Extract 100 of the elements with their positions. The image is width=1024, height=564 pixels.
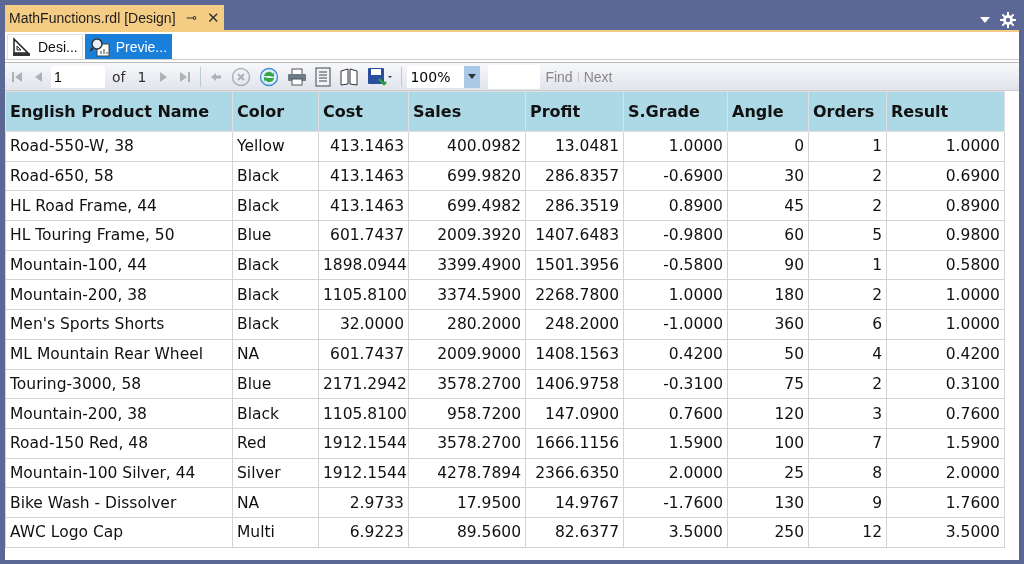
table-cell: Black: [232, 250, 319, 280]
table-cell: 1.0000: [886, 131, 1005, 162]
view-tab[interactable]: Desi...: [7, 34, 83, 59]
total-pages: 1: [137, 68, 147, 85]
table-cell: 0.7600: [623, 398, 728, 429]
table-cell: 75: [727, 369, 809, 399]
table-cell: 13.0481: [525, 131, 624, 162]
table-cell: 1407.6483: [525, 220, 624, 251]
table-cell: 413.1463: [318, 131, 409, 162]
of-label: of: [112, 68, 126, 85]
table-cell: Blue: [232, 220, 319, 251]
column-header: Sales: [408, 91, 526, 132]
table-cell: 250: [727, 517, 809, 548]
table-cell: Mountain-200, 38: [5, 398, 233, 429]
document-tab[interactable]: MathFunctions.rdl [Design] ⊸ ✕: [5, 5, 224, 30]
table-cell: Blue: [232, 369, 319, 399]
table-cell: 14.9767: [525, 487, 624, 518]
table-cell: 2: [808, 369, 887, 399]
table-cell: Road-550-W, 38: [5, 131, 233, 162]
table-cell: 1: [808, 250, 887, 280]
table-cell: Black: [232, 161, 319, 191]
refresh-icon: [259, 66, 280, 87]
table-cell: 1501.3956: [525, 250, 624, 280]
table-cell: 601.7437: [318, 220, 409, 251]
table-cell: HL Touring Frame, 50: [5, 220, 233, 251]
table-cell: 100: [727, 428, 809, 459]
table-cell: Touring-3000, 58: [5, 369, 233, 399]
table-cell: 30: [727, 161, 809, 191]
table-cell: 2: [808, 190, 887, 221]
table-cell: 413.1463: [318, 161, 409, 191]
table-cell: 400.0982: [408, 131, 526, 162]
table-cell: 699.4982: [408, 190, 526, 221]
table-cell: 1.0000: [623, 279, 728, 310]
table-cell: 1666.1156: [525, 428, 624, 459]
table-cell: 3.5000: [886, 517, 1005, 548]
first-page-icon: [10, 69, 24, 84]
table-cell: 82.6377: [525, 517, 624, 548]
floppy-disk-icon: [367, 66, 394, 87]
column-header: Result: [886, 91, 1005, 132]
circled-x-icon: [231, 66, 252, 87]
table-cell: Mountain-100 Silver, 44: [5, 458, 233, 488]
view-tab[interactable]: Previe...: [84, 34, 173, 59]
table-cell: 286.3519: [525, 190, 624, 221]
table-cell: -0.3100: [623, 369, 728, 399]
table-cell: 2.0000: [623, 458, 728, 488]
table-cell: Mountain-200, 38: [5, 279, 233, 310]
table-cell: 4278.7894: [408, 458, 526, 488]
table-cell: 6: [808, 309, 887, 340]
table-cell: 8: [808, 458, 887, 488]
table-cell: 6.9223: [318, 517, 409, 548]
table-cell: 0.6900: [886, 161, 1005, 191]
table-cell: Road-650, 58: [5, 161, 233, 191]
table-cell: 0.8900: [623, 190, 728, 221]
table-cell: 1.0000: [886, 309, 1005, 340]
table-cell: Black: [232, 279, 319, 310]
dropdown-icon[interactable]: [980, 17, 990, 23]
pin-button[interactable]: ⊸: [185, 10, 197, 25]
table-cell: NA: [232, 339, 319, 369]
find-field[interactable]: [488, 64, 541, 89]
table-cell: Black: [232, 309, 319, 340]
table-cell: 0: [727, 131, 809, 162]
table-cell: 2.0000: [886, 458, 1005, 488]
table-cell: -1.7600: [623, 487, 728, 518]
table-cell: 1.0000: [886, 279, 1005, 310]
table-cell: 601.7437: [318, 339, 409, 369]
zoom-dropdown[interactable]: 100%: [407, 65, 481, 88]
column-header: Angle: [727, 91, 809, 132]
table-cell: 2171.2942: [318, 369, 409, 399]
table-cell: Silver: [232, 458, 319, 488]
table-cell: -0.6900: [623, 161, 728, 191]
table-cell: 17.9500: [408, 487, 526, 518]
table-cell: Bike Wash - Dissolver: [5, 487, 233, 518]
table-cell: 3399.4900: [408, 250, 526, 280]
last-page-icon: [178, 69, 193, 84]
table-cell: 413.1463: [318, 190, 409, 221]
table-cell: 1105.8100: [318, 398, 409, 429]
close-button[interactable]: ✕: [206, 8, 220, 27]
magnifier-report-icon: [89, 37, 110, 57]
table-cell: 1105.8100: [318, 279, 409, 310]
table-cell: 0.7600: [886, 398, 1005, 429]
table-cell: 0.4200: [623, 339, 728, 369]
column-header: English Product Name: [5, 91, 233, 132]
table-cell: 958.7200: [408, 398, 526, 429]
table-cell: Black: [232, 398, 319, 429]
table-cell: 1912.1544: [318, 428, 409, 459]
table-cell: 130: [727, 487, 809, 518]
table-cell: 180: [727, 279, 809, 310]
table-cell: 3: [808, 398, 887, 429]
settings-icon[interactable]: [1000, 12, 1016, 28]
table-cell: 25: [727, 458, 809, 488]
table-cell: 1898.0944: [318, 250, 409, 280]
table-cell: 2009.3920: [408, 220, 526, 251]
page-number-field[interactable]: 1: [51, 65, 105, 88]
table-cell: 699.9820: [408, 161, 526, 191]
column-header: Profit: [525, 91, 624, 132]
table-cell: -1.0000: [623, 309, 728, 340]
table-cell: Red: [232, 428, 319, 459]
table-cell: Men's Sports Shorts: [5, 309, 233, 340]
table-cell: 1.5900: [623, 428, 728, 459]
table-cell: 1408.1563: [525, 339, 624, 369]
